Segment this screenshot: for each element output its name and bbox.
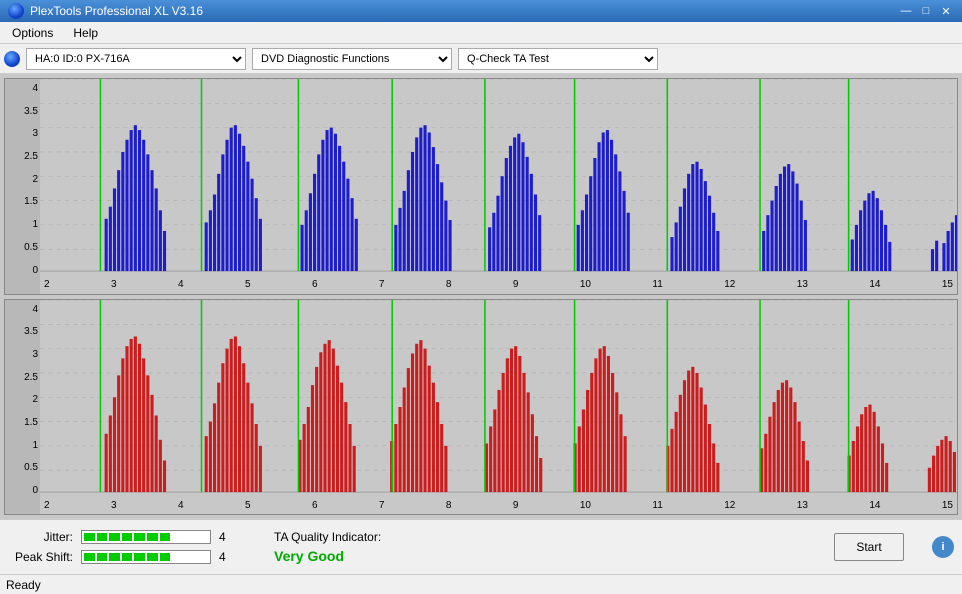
bottom-chart-svg	[40, 300, 957, 495]
jitter-seg-5	[134, 533, 145, 541]
toolbar: HA:0 ID:0 PX-716A DVD Diagnostic Functio…	[0, 44, 962, 74]
ta-section: TA Quality Indicator: Very Good	[274, 530, 381, 564]
title-bar-left: PlexTools Professional XL V3.16	[8, 3, 203, 19]
main-content: 4 3.5 3 2.5 2 1.5 1 0.5 0	[0, 74, 962, 519]
title-bar: PlexTools Professional XL V3.16 — □ ✕	[0, 0, 962, 22]
app-title: PlexTools Professional XL V3.16	[30, 4, 203, 18]
minimize-button[interactable]: —	[898, 4, 914, 18]
ps-seg-7	[160, 553, 171, 561]
start-button[interactable]: Start	[834, 533, 904, 561]
close-button[interactable]: ✕	[938, 4, 954, 18]
menu-bar: Options Help	[0, 22, 962, 44]
jitter-value: 4	[219, 530, 234, 544]
peak-shift-bar	[81, 550, 211, 564]
jitter-label: Jitter:	[8, 530, 73, 544]
peak-shift-label: Peak Shift:	[8, 550, 73, 564]
jitter-seg-1	[84, 533, 95, 541]
jitter-seg-6	[147, 533, 158, 541]
bottom-chart-area: 2 3 4 5 6 7 8 9 10 11 12 13 14 15	[40, 300, 957, 515]
ps-seg-3	[109, 553, 120, 561]
bottom-chart-y-axis: 4 3.5 3 2.5 2 1.5 1 0.5 0	[5, 300, 40, 515]
ps-seg-9	[185, 553, 196, 561]
bottom-chart-x-labels: 2 3 4 5 6 7 8 9 10 11 12 13 14 15	[40, 496, 957, 514]
app-icon	[8, 3, 24, 19]
ps-seg-6	[147, 553, 158, 561]
jitter-bar	[81, 530, 211, 544]
peak-shift-value: 4	[219, 550, 234, 564]
ps-seg-2	[97, 553, 108, 561]
bottom-chart: 4 3.5 3 2.5 2 1.5 1 0.5 0	[4, 299, 958, 516]
peak-shift-row: Peak Shift: 4	[8, 550, 234, 564]
jitter-seg-3	[109, 533, 120, 541]
title-bar-controls[interactable]: — □ ✕	[898, 4, 954, 18]
jitter-seg-7	[160, 533, 171, 541]
menu-help[interactable]: Help	[65, 24, 106, 42]
top-chart-area: 2 3 4 5 6 7 8 9 10 11 12 13 14 15	[40, 79, 957, 294]
top-chart-x-labels: 2 3 4 5 6 7 8 9 10 11 12 13 14 15	[40, 276, 957, 294]
top-chart: 4 3.5 3 2.5 2 1.5 1 0.5 0	[4, 78, 958, 295]
function-select[interactable]: DVD Diagnostic Functions	[252, 48, 452, 70]
ta-quality-value: Very Good	[274, 548, 344, 564]
ps-seg-8	[172, 553, 183, 561]
top-chart-svg	[40, 79, 957, 274]
ps-seg-10	[197, 553, 208, 561]
ps-seg-1	[84, 553, 95, 561]
jitter-seg-8	[172, 533, 183, 541]
drive-select[interactable]: HA:0 ID:0 PX-716A	[26, 48, 246, 70]
jitter-row: Jitter: 4	[8, 530, 234, 544]
metrics-section: Jitter: 4 Peak Shift:	[8, 530, 234, 564]
ps-seg-5	[134, 553, 145, 561]
jitter-seg-10	[197, 533, 208, 541]
status-text: Ready	[6, 578, 41, 592]
maximize-button[interactable]: □	[918, 4, 934, 18]
bottom-bar: Jitter: 4 Peak Shift:	[0, 519, 962, 574]
jitter-seg-9	[185, 533, 196, 541]
ta-quality-label: TA Quality Indicator:	[274, 530, 381, 544]
test-select[interactable]: Q-Check TA Test	[458, 48, 658, 70]
info-button[interactable]: i	[932, 536, 954, 558]
menu-options[interactable]: Options	[4, 24, 61, 42]
jitter-seg-4	[122, 533, 133, 541]
jitter-seg-2	[97, 533, 108, 541]
ps-seg-4	[122, 553, 133, 561]
top-chart-y-axis: 4 3.5 3 2.5 2 1.5 1 0.5 0	[5, 79, 40, 294]
status-bar: Ready	[0, 574, 962, 594]
drive-icon	[4, 51, 20, 67]
